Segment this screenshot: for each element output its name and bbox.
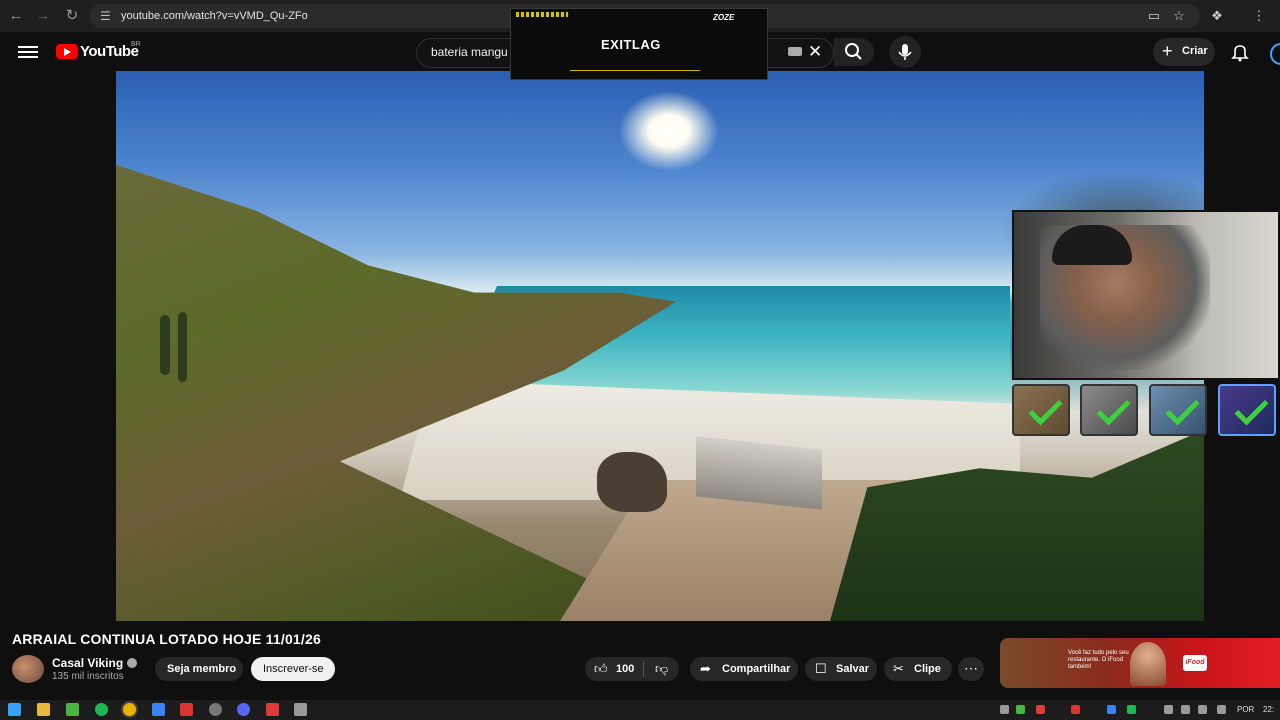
- clear-search-icon[interactable]: ✕: [808, 42, 822, 62]
- video-title: ARRAIAL CONTINUA LOTADO HOJE 11/01/26: [12, 631, 321, 647]
- exitlag-logo: EXITLAG: [601, 37, 661, 52]
- windows-start-icon[interactable]: [8, 703, 21, 716]
- tray-icon[interactable]: [1127, 705, 1136, 714]
- search-query-text[interactable]: bateria mangu: [431, 45, 508, 59]
- create-label: Criar: [1182, 45, 1208, 57]
- youtube-wordmark[interactable]: YouTube: [80, 43, 139, 60]
- app-icon[interactable]: [180, 703, 193, 716]
- badge-ice: [1149, 384, 1207, 436]
- install-icon[interactable]: ▭: [1145, 7, 1163, 25]
- tray-icon[interactable]: [1016, 705, 1025, 714]
- share-arrow-icon: ➦: [700, 661, 711, 676]
- video-frame-rock: [597, 452, 667, 512]
- like-divider: [643, 661, 644, 677]
- app-icon[interactable]: [209, 703, 222, 716]
- app-icon[interactable]: [152, 703, 165, 716]
- video-frame-sun: [619, 91, 719, 171]
- checkmark-icon: [1165, 391, 1200, 426]
- badge-stone: [1080, 384, 1138, 436]
- save-label: Salvar: [836, 663, 870, 675]
- hamburger-menu-icon[interactable]: [18, 43, 38, 61]
- subscribe-label: Inscrever-se: [263, 663, 324, 675]
- checkmark-icon: [1096, 391, 1131, 426]
- discord-icon[interactable]: [237, 703, 250, 716]
- extensions-icon[interactable]: ❖: [1208, 7, 1226, 25]
- tray-icon[interactable]: [1036, 705, 1045, 714]
- input-language[interactable]: POR: [1237, 705, 1254, 714]
- channel-avatar[interactable]: [12, 655, 44, 683]
- back-icon[interactable]: ←: [6, 6, 26, 26]
- url-text: youtube.com/watch?v=vVMD_Qu-ZFo: [121, 10, 308, 22]
- badge-earth: [1012, 384, 1070, 436]
- overlay-bottom-line: [570, 70, 700, 81]
- verified-badge-icon: [127, 658, 137, 668]
- search-icon: [845, 43, 862, 60]
- site-info-icon[interactable]: ☰: [100, 8, 114, 24]
- subscriber-count: 135 mil inscritos: [52, 671, 124, 682]
- clock[interactable]: 22:: [1263, 705, 1274, 714]
- forward-icon[interactable]: →: [33, 6, 53, 26]
- chrome-icon[interactable]: [123, 703, 136, 716]
- reload-icon[interactable]: ↻: [62, 6, 82, 26]
- plus-icon: +: [1162, 41, 1173, 61]
- tray-icon[interactable]: [1071, 705, 1080, 714]
- microphone-tray-icon[interactable]: [1164, 705, 1173, 714]
- page-scroll-strip: [0, 690, 1000, 700]
- badge-cosmic: [1218, 384, 1276, 436]
- volume-icon[interactable]: [1217, 705, 1226, 714]
- join-member-label: Seja membro: [167, 663, 237, 675]
- voice-search-button[interactable]: [889, 36, 921, 68]
- ad-person-image: [1130, 642, 1166, 686]
- menu-dots-icon[interactable]: ⋮: [1250, 7, 1268, 25]
- search-button[interactable]: [834, 38, 874, 66]
- file-explorer-icon[interactable]: [37, 703, 50, 716]
- video-frame-cactus: [160, 315, 170, 375]
- thumbs-up-icon: 👍︎: [594, 661, 608, 676]
- more-actions-button[interactable]: ⋯: [958, 657, 984, 681]
- app-icon[interactable]: [266, 703, 279, 716]
- bookmark-icon: ☐: [815, 661, 827, 676]
- tray-icon[interactable]: [1107, 705, 1116, 714]
- microphone-icon: [898, 44, 912, 60]
- share-label: Compartilhar: [722, 663, 791, 675]
- keyboard-icon[interactable]: [788, 47, 802, 56]
- spotify-icon[interactable]: [95, 703, 108, 716]
- bookmark-star-icon[interactable]: ☆: [1170, 7, 1188, 25]
- overlay-brand-logo: ZOZE: [713, 13, 735, 22]
- app-icon[interactable]: [66, 703, 79, 716]
- network-icon[interactable]: [1198, 705, 1207, 714]
- like-count: 100: [616, 663, 635, 675]
- clip-label: Clipe: [914, 663, 941, 675]
- country-code: BR: [131, 41, 141, 48]
- app-icon[interactable]: [294, 703, 307, 716]
- checkmark-icon: [1028, 391, 1063, 426]
- checkmark-icon: [1234, 391, 1269, 426]
- tray-icon[interactable]: [1000, 705, 1009, 714]
- scissors-icon: ✂︎: [893, 661, 904, 676]
- battery-icon[interactable]: [1181, 705, 1190, 714]
- overlay-stripe: [516, 12, 568, 17]
- channel-name[interactable]: Casal Viking: [52, 656, 123, 670]
- youtube-logo-icon[interactable]: [56, 44, 78, 59]
- thumbs-down-icon[interactable]: 👎︎: [655, 662, 668, 676]
- ifood-logo: iFood: [1183, 655, 1207, 671]
- video-frame-cactus: [178, 312, 187, 382]
- notifications-bell-icon[interactable]: [1230, 42, 1250, 62]
